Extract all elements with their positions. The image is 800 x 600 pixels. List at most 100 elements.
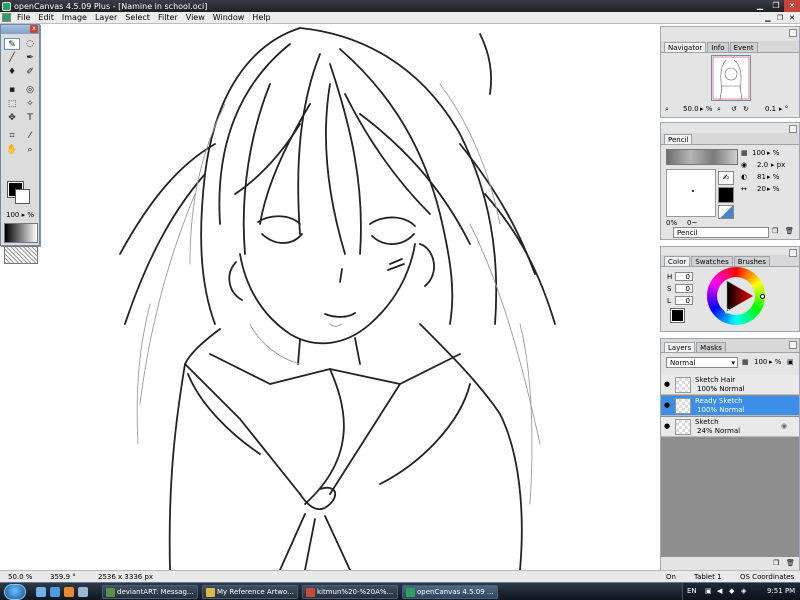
layer-visibility-eye-icon[interactable]: ● — [664, 422, 670, 430]
delete-preset-icon[interactable]: 🗑 — [785, 227, 794, 235]
layer-visibility-eye-icon[interactable]: ● — [664, 401, 670, 409]
eyedropper-tool-icon[interactable]: ⁄ — [22, 130, 38, 142]
fill-tool-icon[interactable]: ▪ — [4, 84, 20, 96]
tab-event[interactable]: Event — [729, 42, 758, 52]
min-size-value[interactable]: 20 — [757, 185, 766, 193]
move-tool-icon[interactable]: ✥ — [4, 112, 20, 124]
color-fg-swatch[interactable] — [670, 308, 685, 323]
tab-layers[interactable]: Layers — [664, 342, 696, 352]
pen-pressure-icon[interactable]: ✍ — [718, 171, 734, 185]
start-button[interactable] — [4, 584, 26, 600]
watercolor-tool-icon[interactable]: ♦ — [4, 66, 20, 78]
tray-security-icon[interactable]: ◈ — [741, 587, 746, 595]
magic-wand-tool-icon[interactable]: ✧ — [22, 98, 38, 110]
firefox-icon[interactable] — [64, 587, 74, 597]
navigator-thumbnail[interactable] — [711, 55, 751, 101]
language-indicator[interactable]: EN — [687, 587, 697, 595]
pencil-color-swatch[interactable] — [718, 187, 734, 203]
rotate-right-icon[interactable]: ↻ — [743, 105, 749, 113]
menu-help[interactable]: Help — [248, 12, 274, 24]
menu-window[interactable]: Window — [209, 12, 249, 24]
switch-windows-icon[interactable] — [78, 587, 88, 597]
tool-opacity-value[interactable]: 100 ▸ % — [6, 211, 34, 219]
tab-color[interactable]: Color — [664, 256, 691, 266]
layer-row[interactable]: ● Sketch Hair 100% Normal — [661, 375, 799, 395]
eraser-tool-icon[interactable]: ◌ — [22, 38, 38, 50]
airbrush-tool-icon[interactable]: ✒ — [22, 52, 38, 64]
hue-marker[interactable] — [760, 294, 765, 299]
navigator-collapse-icon[interactable] — [789, 29, 797, 37]
zoom-tool-icon[interactable]: ⌕ — [22, 144, 38, 156]
clock[interactable]: 9:51 PM — [767, 587, 795, 595]
delete-layer-icon[interactable]: 🗑 — [786, 559, 795, 567]
menu-image[interactable]: Image — [58, 12, 91, 24]
navigator-zoom-value[interactable]: 50.0 — [683, 105, 699, 113]
menu-layer[interactable]: Layer — [91, 12, 121, 24]
gradient-preview[interactable] — [4, 223, 38, 243]
tab-pencil[interactable]: Pencil — [664, 134, 693, 144]
menu-filter[interactable]: Filter — [154, 12, 182, 24]
brush-tool-icon[interactable]: ╱ — [4, 52, 20, 64]
color-collapse-icon[interactable] — [789, 249, 797, 257]
hardness-value[interactable]: 81 — [757, 173, 766, 181]
menu-select[interactable]: Select — [121, 12, 154, 24]
taskbar-button-reference-artwork[interactable]: My Reference Artwo... — [202, 585, 298, 599]
brush-size-value[interactable]: 2.0 — [757, 161, 768, 169]
taskbar-button-opencanvas[interactable]: openCanvas 4.5.09 ... — [402, 585, 498, 599]
background-color-swatch[interactable] — [15, 189, 30, 204]
lightness-field[interactable]: 0 — [675, 296, 693, 305]
taskbar-button-kitmun[interactable]: kitmun%20-%20A%... — [302, 585, 398, 599]
tab-info[interactable]: Info — [707, 42, 729, 52]
zoom-in-icon[interactable]: ⌕ — [717, 105, 721, 114]
minimize-button[interactable]: ▁ — [752, 0, 768, 12]
menu-view[interactable]: View — [182, 12, 209, 24]
pencil-collapse-icon[interactable] — [789, 125, 797, 133]
maximize-button[interactable]: ❐ — [768, 0, 784, 12]
doc-restore-button[interactable]: ❐ — [774, 12, 786, 24]
new-layer-icon[interactable]: ❐ — [773, 559, 779, 567]
document-icon[interactable] — [2, 13, 11, 22]
ie-icon[interactable] — [50, 587, 60, 597]
text-tool-icon[interactable]: T — [22, 112, 38, 124]
tab-navigator[interactable]: Navigator — [664, 42, 707, 52]
tray-app-icon[interactable]: ◆ — [729, 587, 734, 595]
drawing-canvas[interactable] — [0, 24, 660, 570]
taskbar-button-deviantart[interactable]: deviantART: Messag... — [102, 585, 198, 599]
close-button[interactable]: ✕ — [784, 0, 800, 12]
pattern-preview[interactable] — [4, 246, 38, 264]
tools-palette-titlebar[interactable]: x — [1, 25, 39, 34]
brush-shape-icon[interactable] — [718, 205, 734, 219]
blend-mode-select[interactable]: Normal ▾ — [666, 357, 738, 368]
doc-close-button[interactable]: ✕ — [786, 12, 798, 24]
hand-tool-icon[interactable]: ✋ — [4, 144, 20, 156]
show-desktop-icon[interactable] — [36, 587, 46, 597]
gradient-tool-icon[interactable]: ◎ — [22, 84, 38, 96]
select-rect-tool-icon[interactable]: ⬚ — [4, 98, 20, 110]
new-preset-icon[interactable]: ❐ — [772, 227, 778, 235]
brush-texture-preview[interactable] — [666, 149, 738, 165]
tab-swatches[interactable]: Swatches — [691, 256, 733, 266]
crop-tool-icon[interactable]: ⌗ — [4, 130, 20, 142]
layer-row-selected[interactable]: ● Ready Sketch 100% Normal — [661, 396, 799, 416]
marker-tool-icon[interactable]: ✐ — [22, 66, 38, 78]
color-triangle[interactable] — [707, 267, 765, 325]
layer-opacity-value[interactable]: 100 — [754, 358, 767, 366]
pencil-tool-icon[interactable]: ✎ — [4, 38, 20, 50]
menu-edit[interactable]: Edit — [34, 12, 58, 24]
tray-network-icon[interactable]: ▣ — [705, 587, 712, 595]
doc-minimize-button[interactable]: ▁ — [762, 12, 774, 24]
zoom-out-icon[interactable]: ⌕ — [665, 105, 669, 114]
brush-preset-field[interactable]: Pencil — [673, 227, 769, 238]
tab-masks[interactable]: Masks — [696, 342, 726, 352]
pressure-curve-graph[interactable] — [666, 169, 716, 217]
density-value[interactable]: 100 — [752, 149, 765, 157]
menu-file[interactable]: File — [13, 12, 34, 24]
layer-row[interactable]: ● Sketch 24% Normal ◉ — [661, 417, 799, 437]
tray-volume-icon[interactable]: ◀ — [717, 587, 722, 595]
layer-visibility-eye-icon[interactable]: ● — [664, 380, 670, 388]
rotate-left-icon[interactable]: ↺ — [731, 105, 737, 113]
saturation-field[interactable]: 0 — [675, 284, 693, 293]
lock-transparency-icon[interactable]: ▣ — [787, 358, 794, 366]
tab-brushes[interactable]: Brushes — [733, 256, 770, 266]
hue-field[interactable]: 0 — [675, 272, 693, 281]
